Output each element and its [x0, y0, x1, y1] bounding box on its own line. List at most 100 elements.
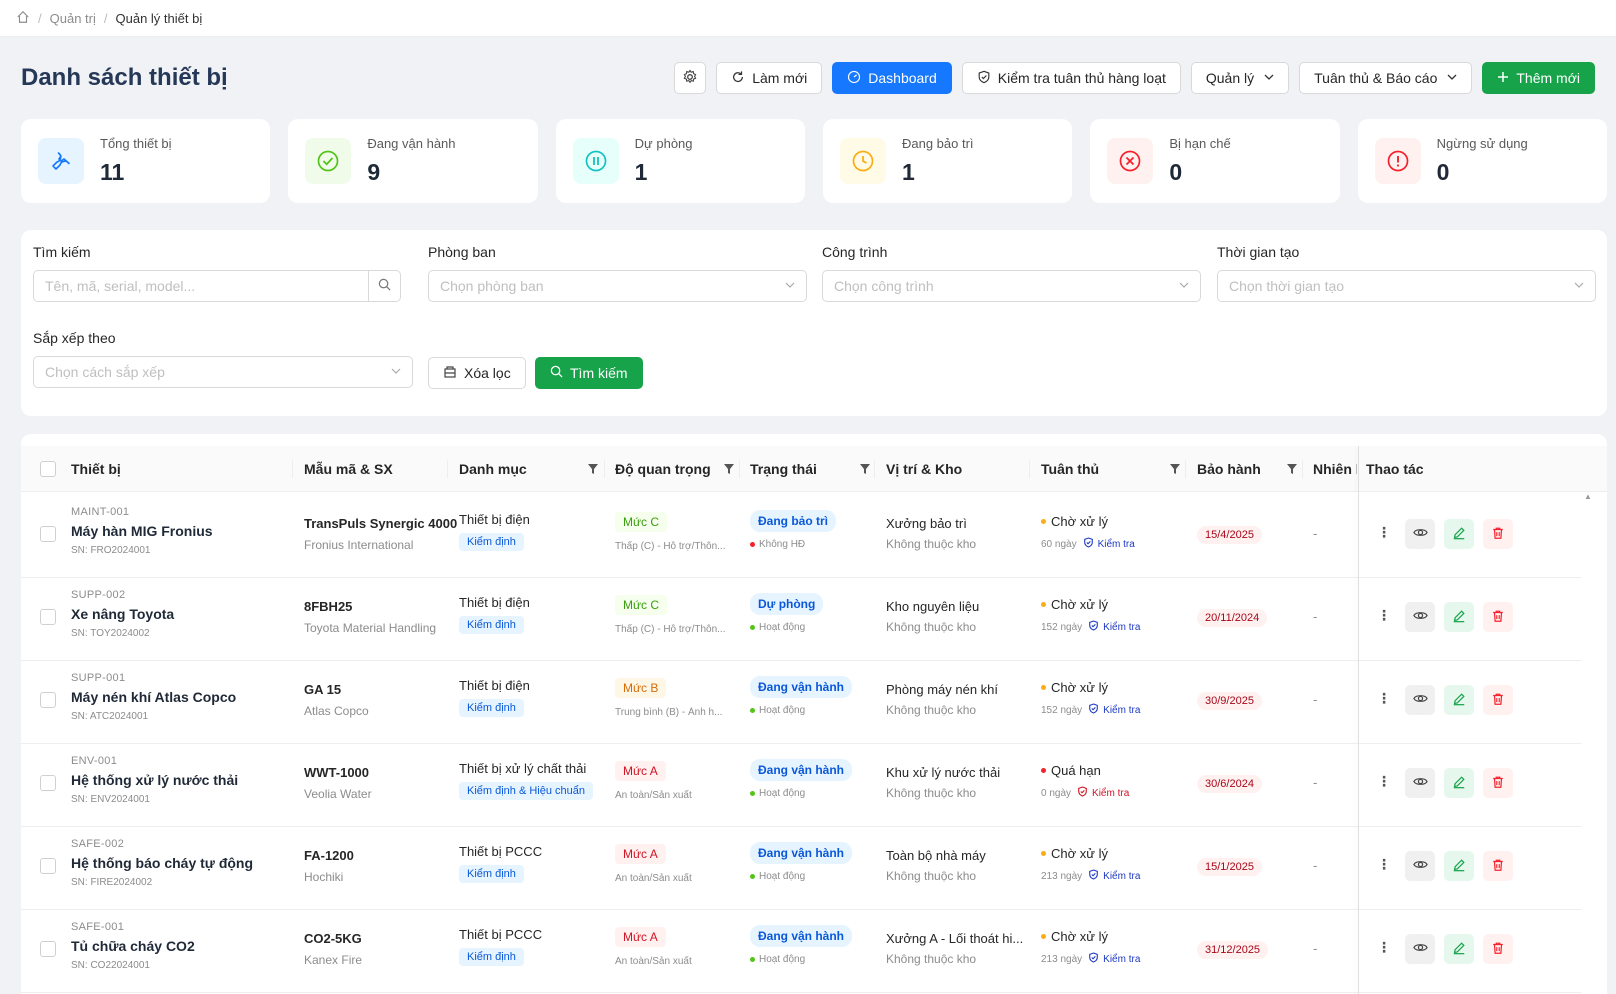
filter-icon[interactable] — [587, 462, 599, 478]
delete-button[interactable] — [1483, 685, 1513, 715]
view-button[interactable] — [1405, 685, 1435, 715]
column-header-model[interactable]: Mẫu mã & SX — [304, 446, 393, 492]
row-checkbox[interactable] — [40, 858, 56, 874]
delete-button[interactable] — [1483, 768, 1513, 798]
row-checkbox[interactable] — [40, 775, 56, 791]
scroll-up-icon[interactable]: ▲ — [1584, 492, 1592, 501]
filter-icon[interactable] — [859, 462, 871, 478]
device-name[interactable]: Hệ thống xử lý nước thải — [71, 772, 238, 788]
category-name: Thiết bị xử lý chất thải — [459, 761, 587, 776]
edit-button[interactable] — [1444, 685, 1474, 715]
device-code: MAINT-001 — [71, 506, 130, 518]
view-button[interactable] — [1405, 934, 1435, 964]
table-row[interactable]: SAFE-001 Tủ chữa cháy CO2 SN: CO22024001… — [21, 907, 1581, 993]
device-name[interactable]: Tủ chữa cháy CO2 — [71, 938, 195, 954]
chevron-down-icon — [1179, 280, 1189, 293]
row-checkbox[interactable] — [40, 526, 56, 542]
more-actions-icon[interactable]: ⋮ — [1377, 524, 1391, 541]
compliance-report-dropdown[interactable]: Tuân thủ & Báo cáo — [1299, 62, 1473, 94]
search-icon — [378, 278, 391, 294]
device-name[interactable]: Xe nâng Toyota — [71, 606, 174, 622]
row-checkbox[interactable] — [40, 941, 56, 957]
department-select[interactable]: Chọn phòng ban — [428, 270, 807, 302]
column-header-compliance[interactable]: Tuân thủ — [1041, 446, 1099, 492]
column-header-criticality[interactable]: Độ quan trọng — [615, 446, 711, 492]
compliance-check-link[interactable]: Kiểm tra — [1077, 786, 1129, 800]
search-submit-button[interactable] — [369, 270, 401, 302]
row-checkbox[interactable] — [40, 609, 56, 625]
column-header-status[interactable]: Trạng thái — [750, 446, 817, 492]
compliance-check-link[interactable]: Kiểm tra — [1088, 952, 1140, 966]
bulk-compliance-check-button[interactable]: Kiểm tra tuân thủ hàng loạt — [961, 62, 1181, 94]
edit-button[interactable] — [1444, 519, 1474, 549]
column-header-warranty[interactable]: Bảo hành — [1197, 446, 1261, 492]
breadcrumb-item-admin[interactable]: Quản trị — [50, 11, 96, 26]
table-row[interactable]: SAFE-002 Hệ thống báo cháy tự động SN: F… — [21, 824, 1581, 910]
filter-icon[interactable] — [1286, 462, 1298, 478]
manage-dropdown[interactable]: Quản lý — [1190, 62, 1290, 94]
clear-filter-label: Xóa lọc — [464, 365, 511, 381]
settings-button[interactable] — [674, 62, 707, 94]
row-checkbox[interactable] — [40, 692, 56, 708]
activity-status-label: Hoạt động — [759, 954, 806, 965]
table-scrollbar[interactable]: ▲ — [1583, 492, 1593, 992]
compliance-label: Chờ xử lý — [1051, 597, 1108, 612]
clear-filter-button[interactable]: Xóa lọc — [428, 357, 526, 389]
filter-icon[interactable] — [1169, 462, 1181, 478]
more-actions-icon[interactable]: ⋮ — [1377, 939, 1391, 956]
model-cell: CO2-5KG Kanex Fire — [304, 931, 362, 967]
compliance-check-link[interactable]: Kiểm tra — [1083, 537, 1135, 551]
sort-select[interactable]: Chọn cách sắp xếp — [33, 356, 413, 388]
delete-button[interactable] — [1483, 519, 1513, 549]
device-name[interactable]: Máy nén khí Atlas Copco — [71, 689, 236, 705]
category-name: Thiết bị điện — [459, 678, 530, 693]
edit-button[interactable] — [1444, 934, 1474, 964]
edit-button[interactable] — [1444, 602, 1474, 632]
column-header-location[interactable]: Vị trí & Kho — [886, 446, 962, 492]
table-row[interactable]: SUPP-002 Xe nâng Toyota SN: TOY2024002 8… — [21, 575, 1581, 661]
more-actions-icon[interactable]: ⋮ — [1377, 856, 1391, 873]
compliance-check-link[interactable]: Kiểm tra — [1088, 869, 1140, 883]
refresh-button[interactable]: Làm mới — [716, 62, 823, 94]
table-row[interactable]: SUPP-001 Máy nén khí Atlas Copco SN: ATC… — [21, 658, 1581, 744]
filter-icon[interactable] — [723, 462, 735, 478]
more-actions-icon[interactable]: ⋮ — [1377, 773, 1391, 790]
device-name[interactable]: Máy hàn MIG Fronius — [71, 523, 213, 539]
pause-circle-icon — [572, 138, 619, 184]
dashboard-button[interactable]: Dashboard — [832, 62, 952, 94]
column-header-fuel[interactable]: Nhiên l — [1313, 446, 1357, 492]
select-all-checkbox[interactable] — [40, 461, 56, 477]
more-actions-icon[interactable]: ⋮ — [1377, 690, 1391, 707]
category-name: Thiết bị điện — [459, 512, 530, 527]
table-row[interactable]: MAINT-001 Máy hàn MIG Fronius SN: FRO202… — [21, 492, 1581, 578]
warranty-cell: 31/12/2025 — [1197, 940, 1269, 959]
delete-button[interactable] — [1483, 851, 1513, 881]
delete-button[interactable] — [1483, 602, 1513, 632]
search-button-label: Tìm kiếm — [570, 365, 628, 381]
chevron-down-icon — [391, 366, 401, 379]
view-button[interactable] — [1405, 602, 1435, 632]
category-cell: Thiết bị xử lý chất thải Kiểm định & Hiệ… — [459, 761, 594, 800]
delete-button[interactable] — [1483, 934, 1513, 964]
edit-button[interactable] — [1444, 851, 1474, 881]
search-input[interactable]: Tên, mã, serial, model... — [33, 270, 369, 302]
view-button[interactable] — [1405, 519, 1435, 549]
location-cell: Phòng máy nén khí Không thuộc kho — [886, 682, 998, 717]
project-select[interactable]: Chọn công trình — [822, 270, 1201, 302]
edit-button[interactable] — [1444, 768, 1474, 798]
compliance-check-link[interactable]: Kiểm tra — [1088, 703, 1140, 717]
stat-card-maintenance: Đang bảo trì 1 — [822, 119, 1073, 203]
home-icon[interactable] — [16, 10, 30, 27]
search-button[interactable]: Tìm kiếm — [535, 357, 643, 389]
add-new-button[interactable]: Thêm mới — [1482, 62, 1595, 94]
edit-icon — [1452, 609, 1466, 626]
column-header-category[interactable]: Danh mục — [459, 446, 527, 492]
view-button[interactable] — [1405, 768, 1435, 798]
compliance-check-link[interactable]: Kiểm tra — [1088, 620, 1140, 634]
column-header-device[interactable]: Thiết bị — [71, 446, 121, 492]
table-row[interactable]: ENV-001 Hệ thống xử lý nước thải SN: ENV… — [21, 741, 1581, 827]
more-actions-icon[interactable]: ⋮ — [1377, 607, 1391, 624]
view-button[interactable] — [1405, 851, 1435, 881]
created-time-select[interactable]: Chọn thời gian tạo — [1217, 270, 1596, 302]
device-name[interactable]: Hệ thống báo cháy tự động — [71, 855, 253, 871]
